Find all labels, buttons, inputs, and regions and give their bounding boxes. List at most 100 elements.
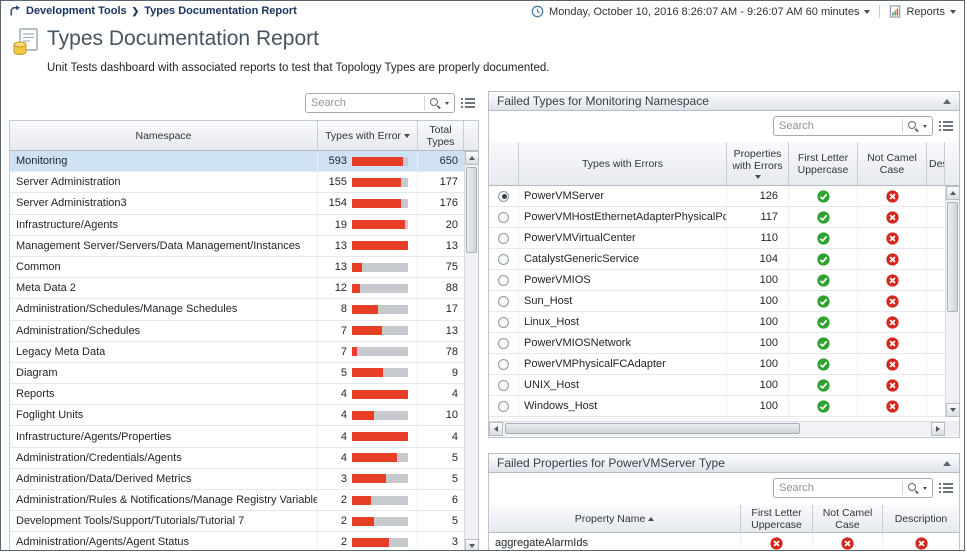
table-customizer-icon[interactable] (939, 482, 953, 494)
row-radio[interactable] (498, 233, 509, 244)
column-header-namespace[interactable]: Namespace (10, 121, 318, 151)
table-row[interactable]: Administration/Schedules/Manage Schedule… (10, 299, 464, 320)
column-header-properties-with-errors[interactable]: Properties with Errors (727, 142, 789, 186)
type-name-cell: PowerVMHostEthernetAdapterPhysicalPort (519, 207, 727, 227)
row-radio[interactable] (498, 212, 509, 223)
column-header-first-letter-uppercase[interactable]: First Letter Uppercase (741, 505, 813, 533)
table-row[interactable]: CatalystGenericService104 (489, 249, 945, 270)
table-row[interactable]: Server Administration155177 (10, 172, 464, 193)
table-row[interactable]: Infrastructure/Agents1920 (10, 215, 464, 236)
search-icon[interactable] (429, 97, 441, 109)
vertical-scrollbar[interactable] (945, 186, 959, 417)
check-icon (817, 358, 830, 371)
scrollbar-thumb[interactable] (466, 167, 477, 253)
column-header-property-name[interactable]: Property Name (489, 505, 741, 533)
table-customizer-icon[interactable] (939, 120, 953, 132)
reports-dropdown-icon[interactable] (950, 10, 956, 14)
table-row[interactable]: Sun_Host100 (489, 291, 945, 312)
table-row[interactable]: Foglight Units410 (10, 405, 464, 426)
table-row[interactable]: PowerVMServer126 (489, 186, 945, 207)
time-range-dropdown-icon[interactable] (864, 10, 870, 14)
table-row[interactable]: Common1375 (10, 257, 464, 278)
header-filler (464, 121, 478, 151)
scroll-right-button[interactable] (931, 422, 945, 436)
total-types-cell: 88 (418, 278, 464, 298)
reports-menu[interactable]: Reports (906, 6, 945, 18)
table-row[interactable]: Windows_Host100 (489, 396, 945, 417)
table-row[interactable]: Infrastructure/Agents/Properties44 (10, 426, 464, 447)
search-input[interactable] (779, 120, 898, 132)
table-row[interactable]: Legacy Meta Data778 (10, 342, 464, 363)
row-radio[interactable] (498, 380, 509, 391)
table-row[interactable]: Development Tools/Support/Tutorials/Tuto… (10, 511, 464, 532)
row-radio[interactable] (498, 317, 509, 328)
status-cell (858, 249, 927, 269)
status-cell (789, 375, 858, 395)
error-bar-fill (352, 368, 383, 377)
search-icon[interactable] (907, 482, 919, 494)
table-row[interactable]: Administration/Rules & Notifications/Man… (10, 490, 464, 511)
search-box[interactable] (773, 478, 933, 498)
table-row[interactable]: Linux_Host100 (489, 312, 945, 333)
navigation-history-icon[interactable] (9, 5, 21, 17)
scroll-up-button[interactable] (465, 151, 479, 165)
row-radio[interactable] (498, 359, 509, 370)
table-row[interactable]: PowerVMIOS100 (489, 270, 945, 291)
table-row[interactable]: PowerVMVirtualCenter110 (489, 228, 945, 249)
search-input[interactable] (311, 97, 420, 109)
table-row[interactable]: Meta Data 21288 (10, 278, 464, 299)
collapse-panel-icon[interactable] (943, 99, 951, 104)
vertical-scrollbar[interactable] (464, 151, 478, 551)
breadcrumb-item-development-tools[interactable]: Development Tools (26, 5, 127, 17)
scroll-up-button[interactable] (946, 186, 960, 200)
table-row[interactable]: Administration/Schedules713 (10, 321, 464, 342)
table-row[interactable]: Administration/Data/Derived Metrics35 (10, 469, 464, 490)
table-row[interactable]: Diagram59 (10, 363, 464, 384)
scrollbar-thumb[interactable] (947, 202, 958, 312)
search-options-icon[interactable] (923, 125, 927, 128)
table-row[interactable]: Server Administration3154176 (10, 193, 464, 214)
table-row[interactable]: Administration/Agents/Agent Status23 (10, 532, 464, 551)
search-icon[interactable] (907, 120, 919, 132)
scroll-left-button[interactable] (489, 422, 503, 436)
search-options-icon[interactable] (445, 102, 449, 105)
row-radio[interactable] (498, 338, 509, 349)
scroll-down-button[interactable] (465, 539, 479, 551)
types-with-error-cell: 593 (318, 151, 418, 171)
row-radio[interactable] (498, 296, 509, 307)
row-radio[interactable] (498, 275, 509, 286)
column-header-not-camel-case[interactable]: Not Camel Case (813, 505, 883, 533)
horizontal-scrollbar[interactable] (489, 421, 945, 436)
table-row[interactable]: PowerVMHostEthernetAdapterPhysicalPort11… (489, 207, 945, 228)
column-header-first-letter-uppercase[interactable]: First Letter Uppercase (789, 142, 858, 186)
scrollbar-thumb[interactable] (505, 423, 800, 434)
table-row[interactable]: aggregateAlarmIds (489, 533, 959, 551)
search-box[interactable] (305, 93, 455, 113)
time-range-label[interactable]: Monday, October 10, 2016 8:26:07 AM - 9:… (549, 6, 859, 18)
table-row[interactable]: UNIX_Host100 (489, 375, 945, 396)
column-header-total-types[interactable]: Total Types (418, 121, 464, 151)
types-with-error-cell: 12 (318, 278, 418, 298)
column-header-description[interactable]: Description (883, 505, 959, 533)
error-bar-fill (352, 347, 357, 356)
column-header-types-with-error[interactable]: Types with Error (318, 121, 418, 151)
column-header-description[interactable]: Description (927, 142, 945, 186)
table-row[interactable]: Monitoring593650 (10, 151, 464, 172)
table-row[interactable]: Management Server/Servers/Data Managemen… (10, 236, 464, 257)
column-header-types-with-errors[interactable]: Types with Errors (519, 142, 727, 186)
search-input[interactable] (779, 482, 898, 494)
row-radio[interactable] (498, 191, 509, 202)
scroll-down-button[interactable] (946, 403, 960, 417)
table-customizer-icon[interactable] (461, 97, 475, 109)
radio-cell (489, 207, 519, 227)
row-radio[interactable] (498, 401, 509, 412)
collapse-panel-icon[interactable] (943, 461, 951, 466)
table-row[interactable]: PowerVMPhysicalFCAdapter100 (489, 354, 945, 375)
table-row[interactable]: Reports44 (10, 384, 464, 405)
column-header-not-camel-case[interactable]: Not Camel Case (858, 142, 927, 186)
row-radio[interactable] (498, 254, 509, 265)
table-row[interactable]: Administration/Credentials/Agents45 (10, 448, 464, 469)
table-row[interactable]: PowerVMIOSNetwork100 (489, 333, 945, 354)
search-box[interactable] (773, 116, 933, 136)
search-options-icon[interactable] (923, 487, 927, 490)
